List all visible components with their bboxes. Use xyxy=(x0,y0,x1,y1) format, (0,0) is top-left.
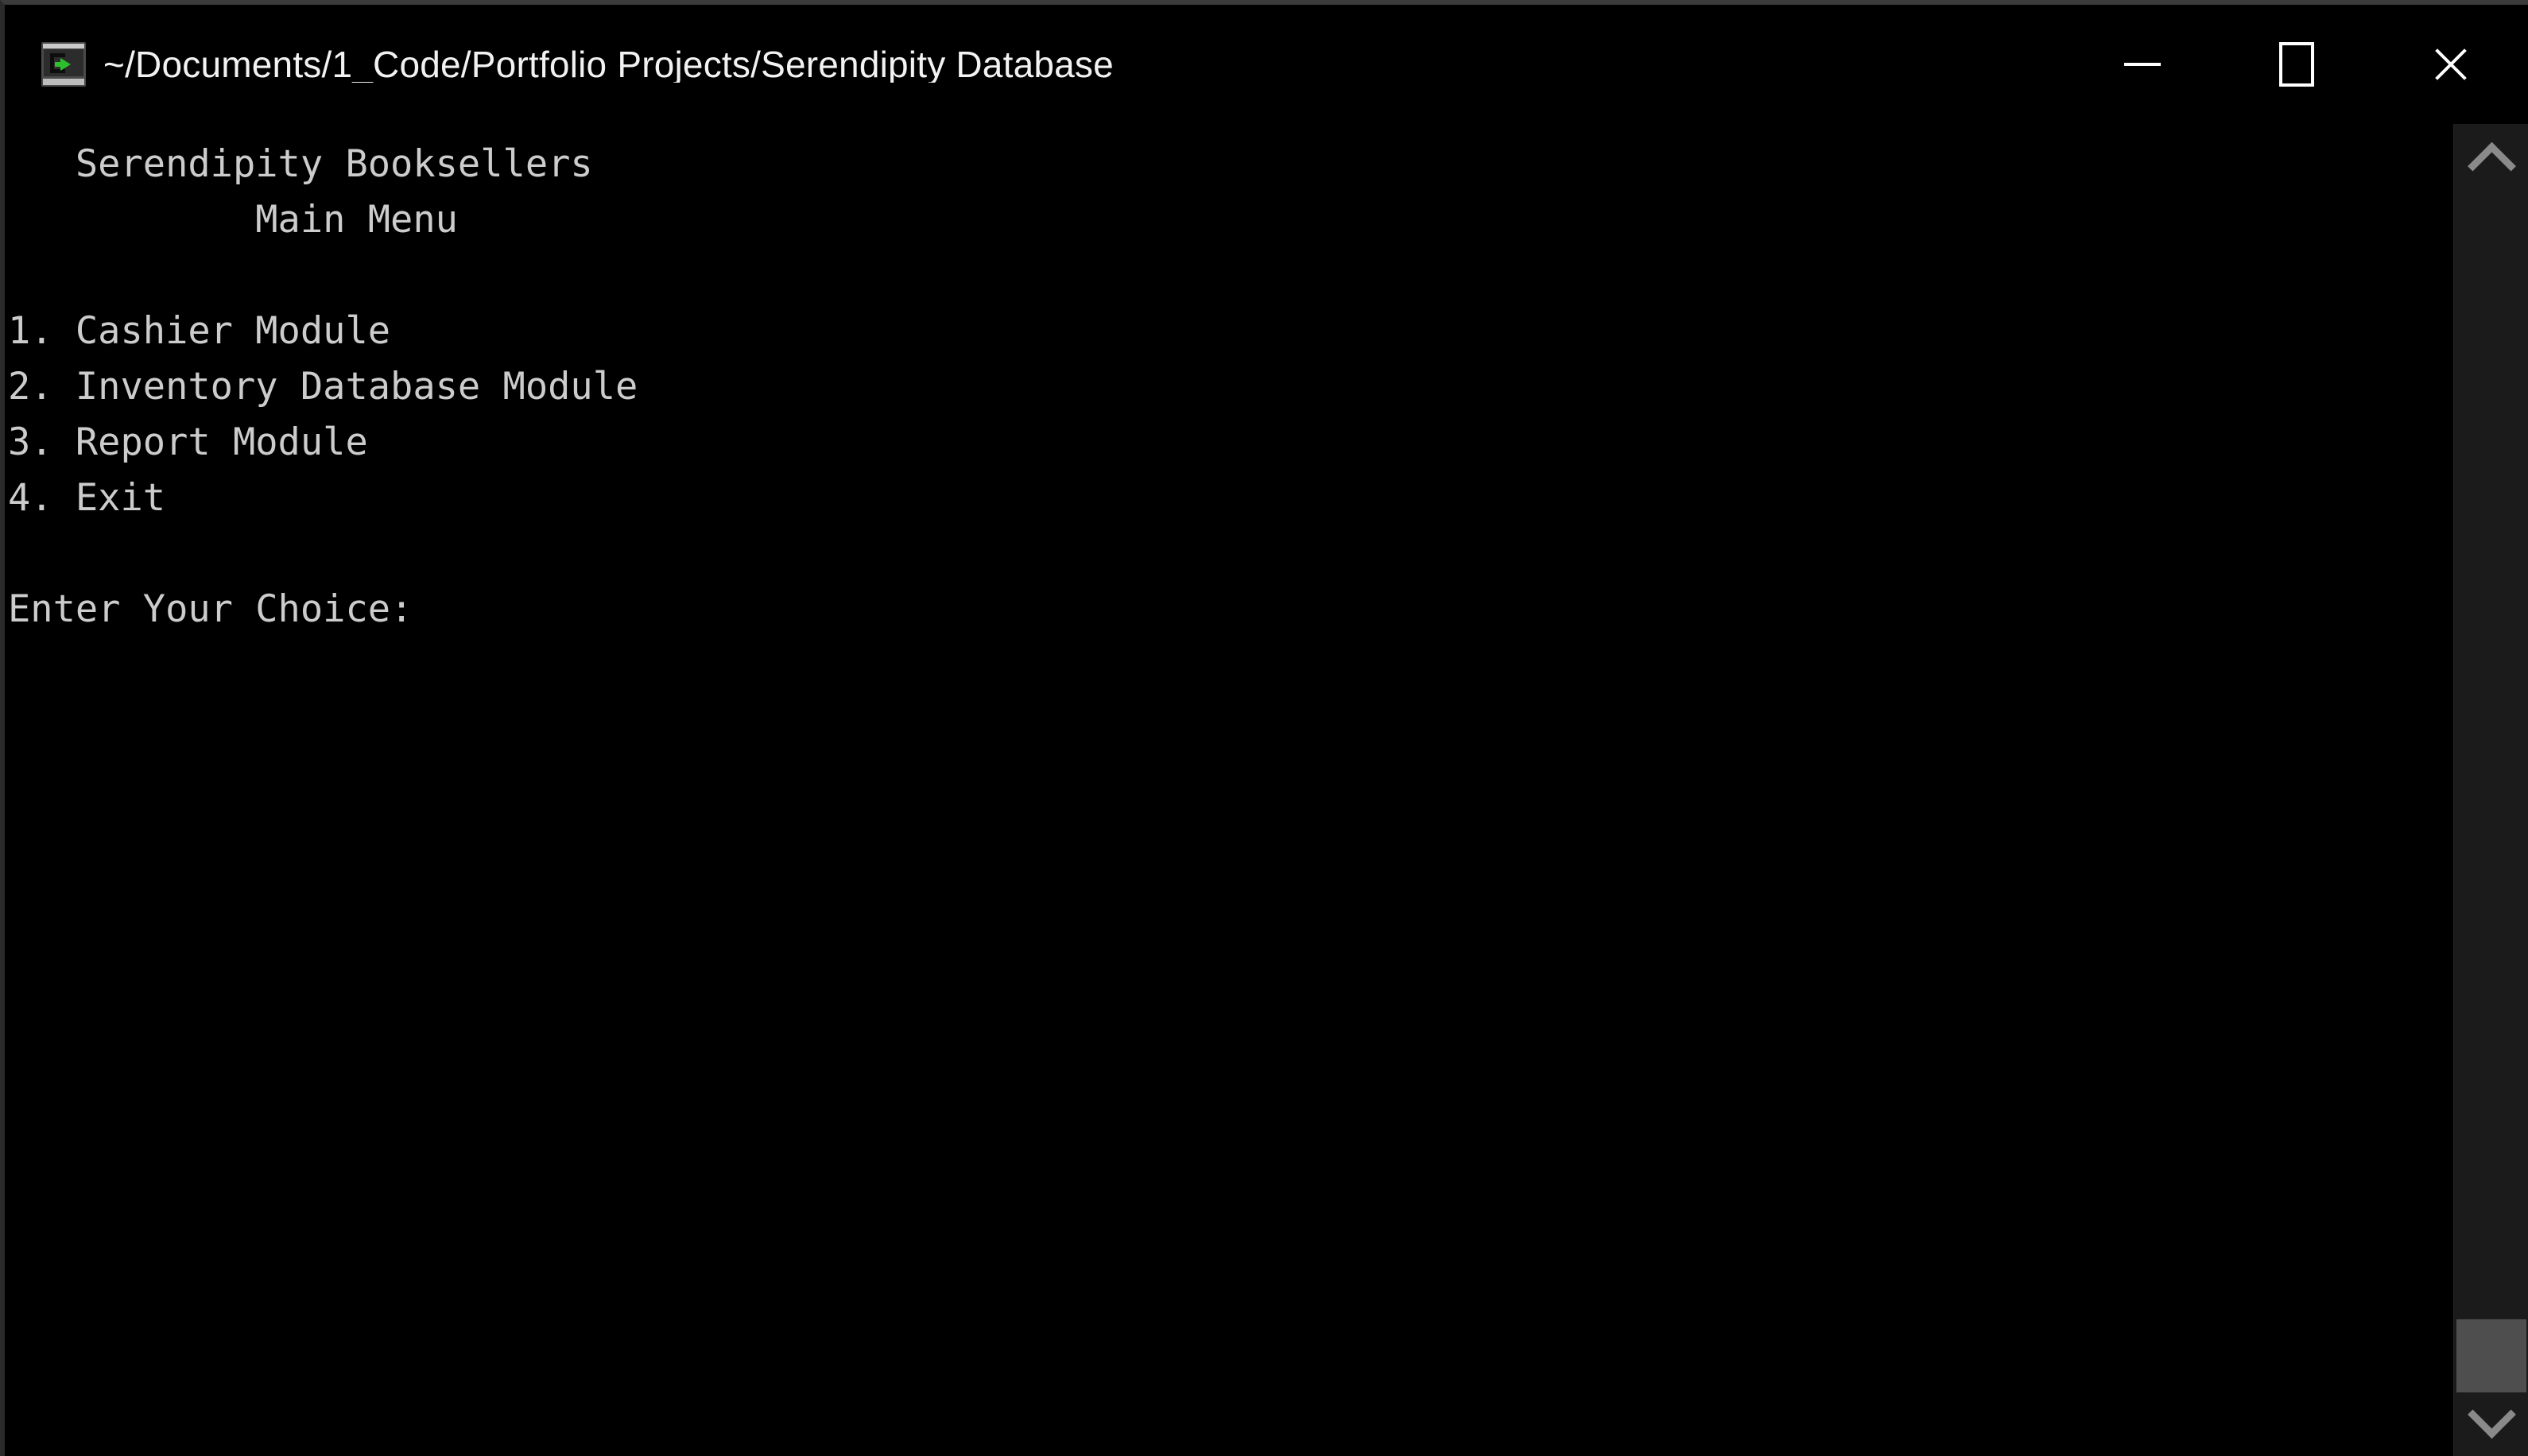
console-line: 4. Exit xyxy=(8,476,166,520)
terminal-window: ~/Documents/1_Code/Portfolio Projects/Se… xyxy=(0,0,2528,1456)
terminal-body[interactable]: Serendipity Booksellers Main Menu 1. Cash… xyxy=(5,124,2528,1456)
title-bar[interactable]: ~/Documents/1_Code/Portfolio Projects/Se… xyxy=(5,5,2528,124)
console-line: 2. Inventory Database Module xyxy=(8,365,638,409)
scroll-up-button[interactable] xyxy=(2454,124,2528,199)
console-line: 3. Report Module xyxy=(8,420,368,464)
maximize-icon xyxy=(2279,42,2314,87)
scrollbar-track[interactable] xyxy=(2454,199,2528,1392)
window-title: ~/Documents/1_Code/Portfolio Projects/Se… xyxy=(103,46,1114,83)
scroll-down-button[interactable] xyxy=(2454,1381,2528,1456)
minimize-icon xyxy=(2124,63,2161,66)
maximize-button[interactable] xyxy=(2220,5,2374,124)
console-line: Enter Your Choice: xyxy=(8,587,436,631)
console-line: Serendipity Booksellers xyxy=(8,142,593,186)
terminal-console-icon xyxy=(41,42,86,87)
minimize-button[interactable] xyxy=(2065,5,2220,124)
console-line: 1. Cashier Module xyxy=(8,309,391,353)
close-button[interactable] xyxy=(2374,5,2528,124)
console-output[interactable]: Serendipity Booksellers Main Menu 1. Cash… xyxy=(5,137,2453,1456)
title-bar-left: ~/Documents/1_Code/Portfolio Projects/Se… xyxy=(5,42,2065,87)
vertical-scrollbar[interactable] xyxy=(2453,124,2528,1456)
chevron-down-icon xyxy=(2467,1389,2516,1439)
close-icon xyxy=(2430,44,2472,85)
window-controls xyxy=(2065,5,2528,124)
console-line: Main Menu xyxy=(8,198,458,242)
chevron-up-icon xyxy=(2467,141,2516,191)
